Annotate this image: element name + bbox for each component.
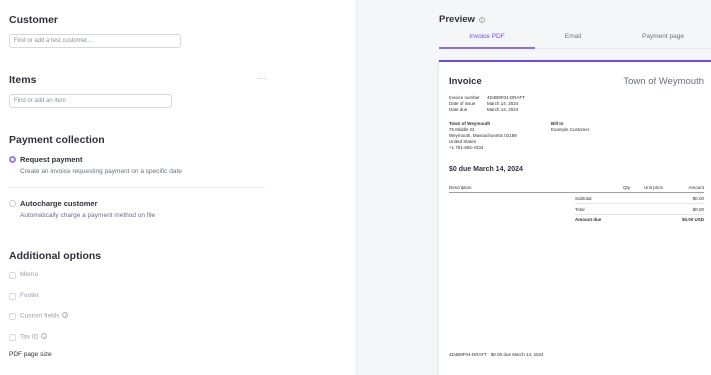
info-icon[interactable]: i (62, 312, 69, 318)
tax-id-label: Tax ID (20, 333, 39, 341)
item-search-input[interactable]: Find or add an item (9, 94, 172, 108)
payment-divider (9, 187, 265, 188)
amount-due-headline: $0 due March 14, 2024 (449, 166, 523, 173)
request-payment-description: Create an invoice requesting payment on … (20, 168, 182, 175)
invoice-title: Invoice (449, 76, 482, 87)
custom-fields-label: Custom fields (20, 312, 60, 320)
autocharge-radio[interactable] (9, 200, 16, 207)
amount-due-label: Amount due (575, 217, 602, 222)
additional-options-title: Additional options (9, 250, 102, 262)
subtotal-label: Subtotal (575, 196, 592, 201)
footer-label[interactable]: Footer (20, 292, 39, 299)
items-section-title: Items (9, 74, 37, 86)
from-address-line: +1 781-682-4334 (449, 145, 484, 150)
tab-payment-page[interactable]: Payment page (623, 33, 703, 40)
info-icon[interactable]: i (41, 333, 48, 339)
customer-section-title: Customer (9, 14, 59, 26)
preview-title-row: Preview i (439, 14, 485, 25)
footer-checkbox[interactable] (9, 293, 16, 300)
custom-fields-row[interactable]: Custom fields i (20, 312, 69, 320)
table-rule (575, 203, 704, 204)
subtotal-value: $0.00 (692, 196, 704, 201)
due-date-value: March 14, 2024 (487, 107, 519, 112)
invoice-pdf-preview: Invoice Town of Weymouth Invoice number … (439, 60, 711, 375)
preview-panel: Preview i Invoice PDF Email Payment page … (356, 0, 711, 375)
customer-search-input[interactable]: Find or add a test customer... (9, 34, 181, 48)
invoice-footer: 4D4B9F04-DRAFT · $0.00 due March 14, 202… (449, 352, 544, 357)
tab-invoice-pdf[interactable]: Invoice PDF (447, 33, 527, 40)
payment-collection-title: Payment collection (9, 134, 105, 146)
table-header-qty: Qty (623, 185, 631, 190)
pdf-page-size-label: PDF page size (9, 351, 52, 358)
table-rule (575, 214, 704, 215)
active-tab-indicator (439, 47, 535, 49)
tab-email[interactable]: Email (533, 33, 613, 40)
items-more-menu-icon[interactable]: ··· (258, 74, 268, 83)
bill-to-name: Example Customer (551, 127, 590, 132)
table-header-amount: Amount (688, 185, 704, 190)
invoice-organization: Town of Weymouth (623, 76, 704, 87)
request-payment-label[interactable]: Request payment (20, 155, 83, 164)
request-payment-radio[interactable] (9, 156, 16, 163)
memo-label[interactable]: Memo (20, 271, 38, 278)
autocharge-label[interactable]: Autocharge customer (20, 199, 98, 208)
total-label: Total (575, 207, 585, 212)
info-icon[interactable]: i (478, 16, 485, 23)
amount-due-value: $0.00 USD (681, 217, 704, 222)
autocharge-description: Automatically charge a payment method on… (20, 212, 156, 219)
preview-title: Preview (439, 14, 475, 25)
tax-id-checkbox[interactable] (9, 334, 16, 341)
total-value: $0.00 (692, 207, 704, 212)
table-header-rule (449, 192, 704, 193)
due-date-label: Date due (449, 107, 468, 112)
invoice-editor-panel: Customer Find or add a test customer... … (0, 0, 356, 375)
table-header-description: Description (449, 185, 472, 190)
memo-checkbox[interactable] (9, 272, 16, 279)
tax-id-row[interactable]: Tax ID i (20, 333, 48, 341)
table-header-unit-price: Unit price (644, 185, 664, 190)
custom-fields-checkbox[interactable] (9, 313, 16, 320)
